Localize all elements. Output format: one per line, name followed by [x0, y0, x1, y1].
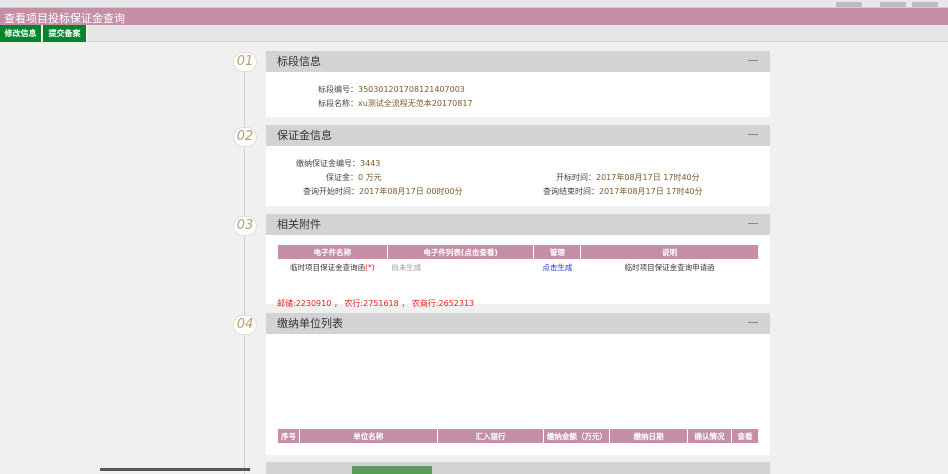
title-bar: 查看项目投标保证金查询	[0, 8, 948, 25]
query-start-value: 2017年08月17日 00时00分	[359, 187, 463, 196]
attachment-name-cell: 临时项目保证金查询函(*)	[290, 262, 375, 272]
bottom-button-edge[interactable]	[352, 466, 432, 474]
column-header: 缴纳金额（万元）	[543, 428, 611, 444]
next-section-edge	[266, 462, 770, 474]
step-number-02: 02	[233, 127, 257, 147]
timeline-line	[244, 60, 245, 474]
browser-top-strip	[0, 0, 948, 8]
section-header[interactable]: 缴纳单位列表	[266, 313, 770, 334]
units-table: 序号 单位名称 汇入银行 缴纳金额（万元） 缴纳日期 确认情况 查看	[277, 428, 759, 444]
column-header: 管理	[533, 244, 582, 260]
toolbar: 修改信息 提交备案	[0, 25, 948, 42]
column-header: 查看	[731, 428, 759, 444]
section-code-value: 350301201708121407003	[358, 85, 465, 94]
table-header-row: 序号 单位名称 汇入银行 缴纳金额（万元） 缴纳日期 确认情况 查看	[277, 428, 759, 444]
section-name-row: 标段名称：xu测试全流程无范本20170817	[318, 99, 473, 108]
section-title: 保证金信息	[277, 129, 332, 142]
deposit-no-value: 3443	[360, 159, 381, 168]
section-header[interactable]: 相关附件	[266, 214, 770, 235]
window-tab	[912, 2, 938, 7]
bank-accounts-note: 邮储:2230910 ， 农行:2751618 ， 农商行:2652313	[277, 299, 475, 308]
attachment-list-cell: 尚未生成	[391, 262, 422, 272]
collapse-icon[interactable]	[748, 322, 758, 323]
attachment-desc-cell: 临时项目保证金查询申请函	[624, 262, 715, 272]
attachments-table: 电子件名称 电子件列表(点击查看) 管理 说明 临时项目保证金查询函(*) 尚未…	[277, 244, 759, 275]
deposit-amount-row: 保证金：0 万元	[326, 173, 382, 182]
section-info-panel: 标段信息 标段编号：350301201708121407003 标段名称：xu测…	[266, 51, 770, 117]
submit-record-button[interactable]: 提交备案	[43, 25, 87, 42]
required-mark: (*)	[365, 262, 375, 272]
step-number-04: 04	[233, 315, 257, 335]
column-header: 汇入银行	[436, 428, 545, 444]
column-header: 单位名称	[298, 428, 438, 444]
deposit-amount-value: 0 万元	[358, 173, 382, 182]
section-title: 相关附件	[277, 218, 321, 231]
section-title: 缴纳单位列表	[277, 317, 343, 330]
query-end-row: 查询结束时间：2017年08月17日 17时40分	[543, 187, 703, 196]
query-start-row: 查询开始时间：2017年08月17日 00时00分	[303, 187, 463, 196]
attachments-panel: 相关附件 电子件名称 电子件列表(点击查看) 管理 说明 临时项目保证金查询函(…	[266, 214, 770, 308]
collapse-icon[interactable]	[748, 60, 758, 61]
step-number-03: 03	[233, 216, 257, 236]
column-header: 电子件列表(点击查看)	[386, 244, 535, 260]
collapse-icon[interactable]	[748, 223, 758, 224]
taskbar-edge	[100, 468, 250, 471]
column-header: 电子件名称	[277, 244, 388, 260]
window-tab	[836, 2, 862, 7]
section-code-row: 标段编号：350301201708121407003	[318, 85, 465, 94]
deposit-info-panel: 保证金信息 缴纳保证金编号：3443 保证金：0 万元 开标时间：2017年08…	[266, 125, 770, 206]
section-header[interactable]: 标段信息	[266, 51, 770, 72]
edit-info-button[interactable]: 修改信息	[0, 25, 42, 42]
collapse-icon[interactable]	[748, 134, 758, 135]
table-header-row: 电子件名称 电子件列表(点击查看) 管理 说明	[277, 244, 759, 260]
open-time-row: 开标时间：2017年08月17日 17时40分	[556, 173, 700, 182]
step-number-01: 01	[233, 52, 257, 72]
column-header: 缴纳日期	[609, 428, 689, 444]
column-header: 确认情况	[687, 428, 732, 444]
section-title: 标段信息	[277, 55, 321, 68]
query-end-value: 2017年08月17日 17时40分	[599, 187, 703, 196]
column-header: 说明	[580, 244, 759, 260]
open-time-value: 2017年08月17日 17时40分	[596, 173, 700, 182]
window-tab	[880, 2, 906, 7]
section-header[interactable]: 保证金信息	[266, 125, 770, 146]
deposit-no-row: 缴纳保证金编号：3443	[296, 159, 381, 168]
units-panel: 缴纳单位列表 序号 单位名称 汇入银行 缴纳金额（万元） 缴纳日期 确认情况 查…	[266, 313, 770, 455]
section-name-value: xu测试全流程无范本20170817	[358, 99, 473, 108]
page-title: 查看项目投标保证金查询	[4, 12, 125, 25]
table-row: 临时项目保证金查询函(*) 尚未生成 点击生成 临时项目保证金查询申请函	[278, 260, 759, 275]
generate-link[interactable]: 点击生成	[534, 260, 581, 275]
column-header: 序号	[277, 428, 300, 444]
